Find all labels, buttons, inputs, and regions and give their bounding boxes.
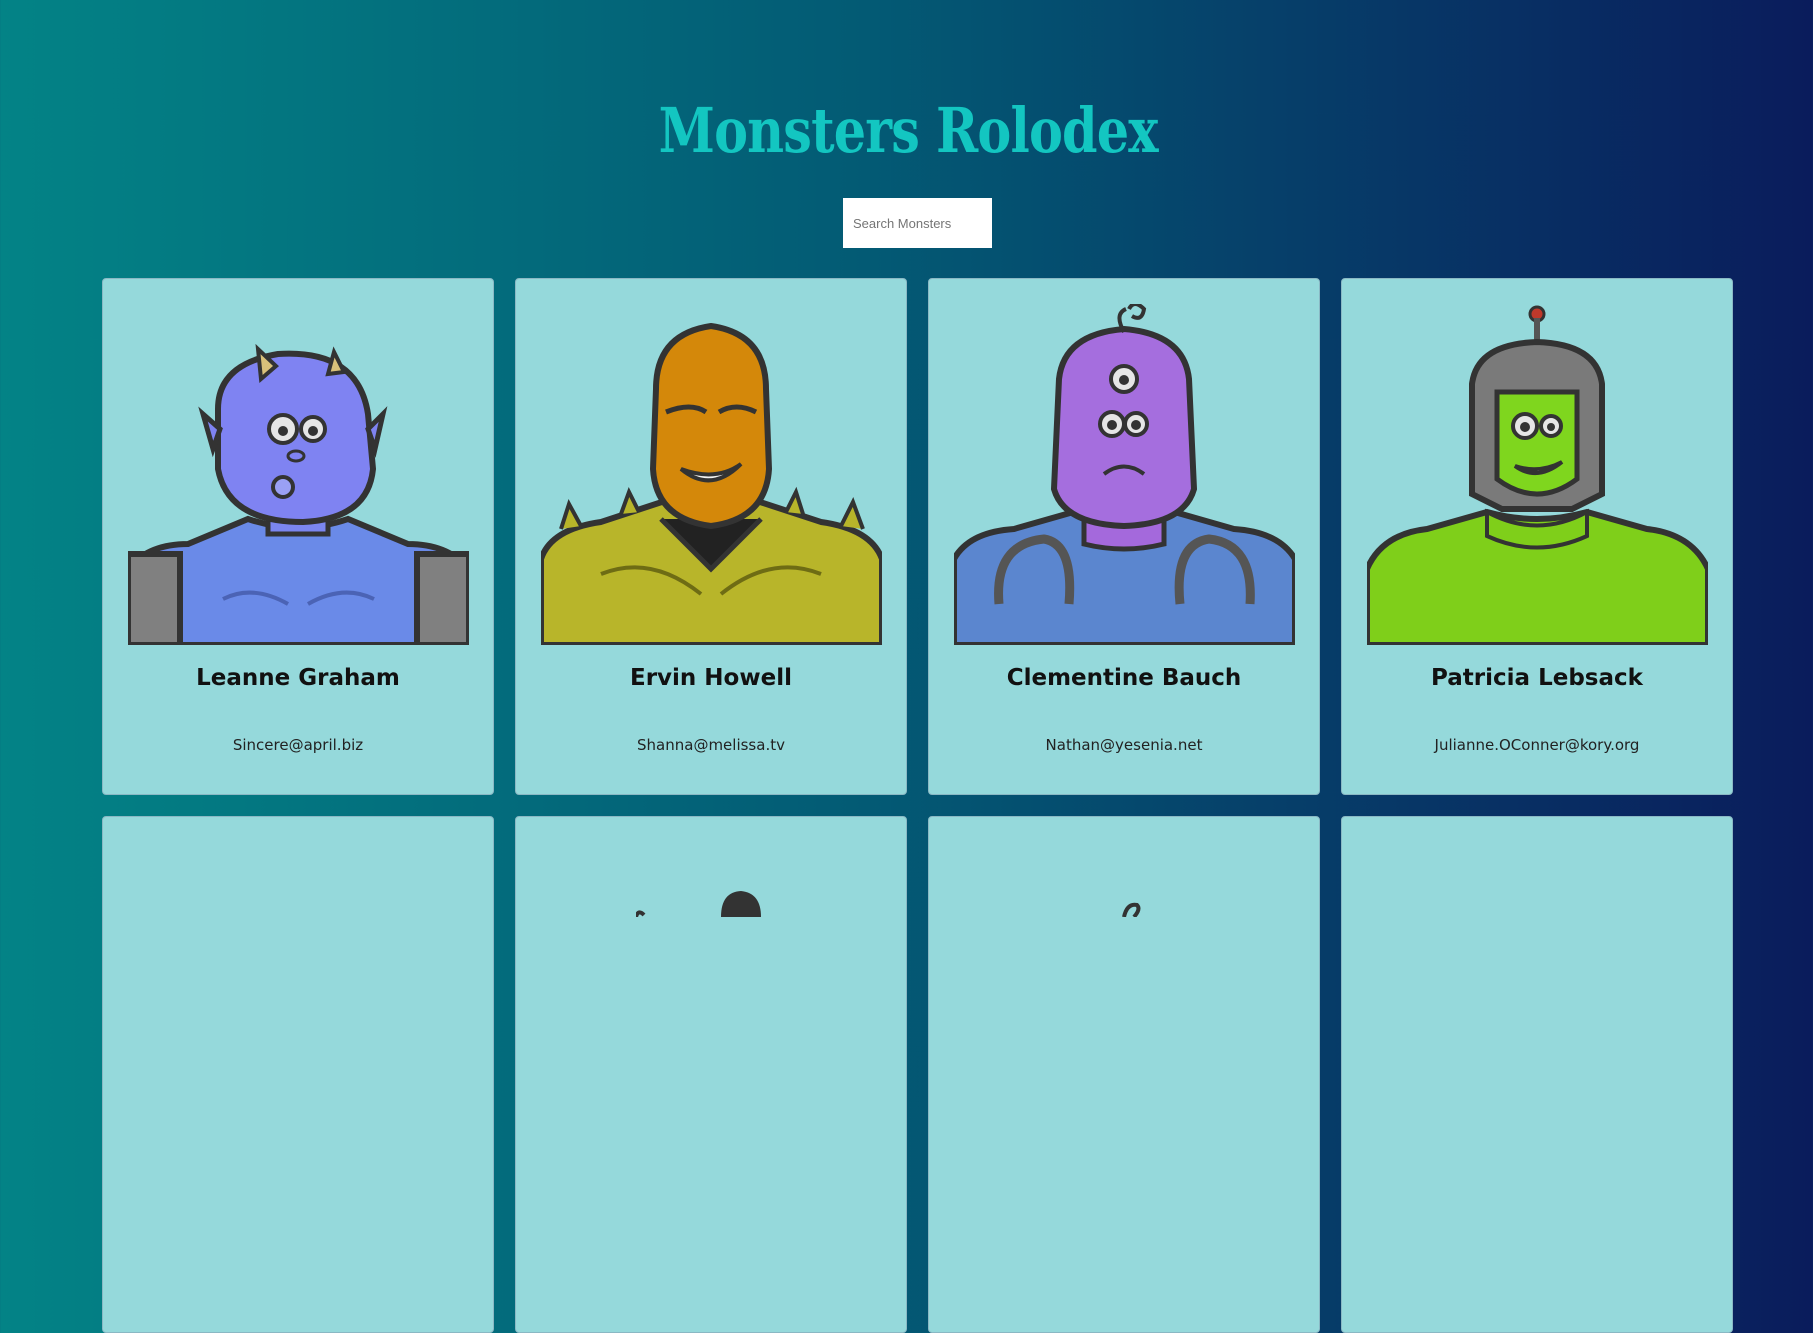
- monster-card: Clementine Bauch Nathan@yesenia.net: [928, 278, 1320, 795]
- monster-email: Julianne.OConner@kory.org: [1434, 736, 1640, 754]
- monster-portrait-green-helmet: [1367, 305, 1708, 645]
- monster-name: Patricia Lebsack: [1431, 665, 1643, 691]
- monster-name: Ervin Howell: [630, 665, 792, 691]
- monster-name: Clementine Bauch: [1006, 665, 1242, 691]
- monster-card: [515, 816, 907, 1333]
- monster-email: Nathan@yesenia.net: [1045, 736, 1203, 754]
- monster-portrait-partial: [1122, 902, 1141, 917]
- monster-card: Patricia Lebsack Julianne.OConner@kory.o…: [1341, 278, 1733, 795]
- monster-card: [928, 816, 1320, 1333]
- monster-card: [1341, 816, 1733, 1333]
- monster-card: Ervin Howell Shanna@melissa.tv: [515, 278, 907, 795]
- monster-name: Leanne Graham: [196, 665, 400, 691]
- monster-email: Shanna@melissa.tv: [637, 736, 785, 754]
- search-input[interactable]: [843, 198, 992, 248]
- monster-card: [102, 816, 494, 1333]
- monster-portrait-blue-horned: [128, 343, 469, 645]
- app-title: Monsters Rolodex: [658, 93, 1159, 167]
- monster-portrait-orange-spiky: [541, 322, 882, 645]
- monster-portrait-purple-cyclops: [954, 304, 1295, 645]
- monster-email: Sincere@april.biz: [232, 736, 364, 754]
- monster-card: Leanne Graham Sincere@april.biz: [102, 278, 494, 795]
- monster-portrait-partial: [636, 891, 761, 917]
